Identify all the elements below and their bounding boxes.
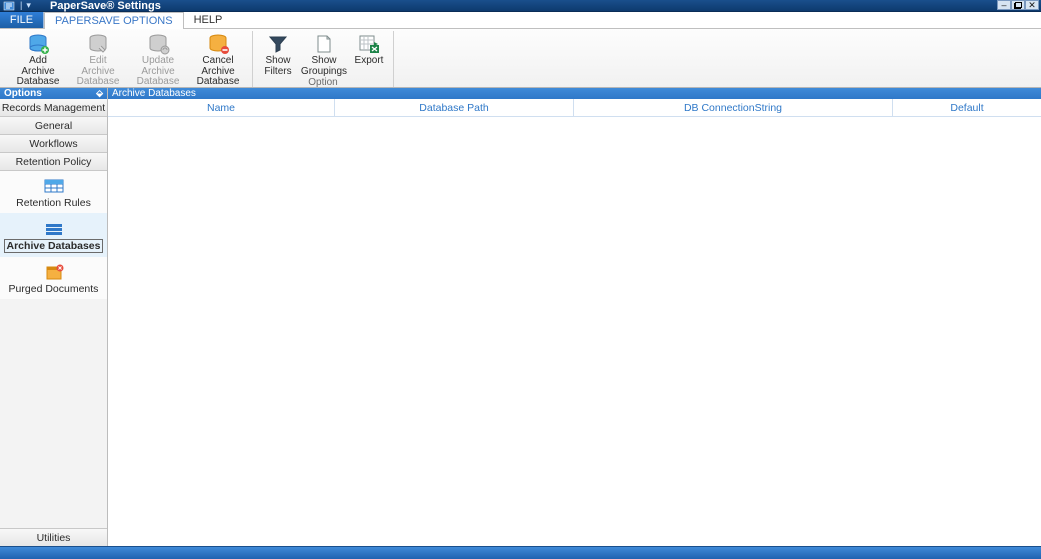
- content-panel: Archive Databases Name Database Path DB …: [108, 88, 1041, 546]
- database-cancel-icon: [204, 31, 232, 56]
- papersave-options-tab[interactable]: PAPERSAVE OPTIONS: [44, 12, 184, 29]
- sidebar-title: Options: [4, 88, 42, 99]
- sidebar-item-utilities[interactable]: Utilities: [0, 528, 107, 546]
- sidebar-nav-retention-rules[interactable]: Retention Rules: [0, 171, 107, 213]
- column-header-name[interactable]: Name: [108, 99, 335, 116]
- export-excel-icon: [355, 31, 383, 56]
- show-filters-button[interactable]: ShowFilters: [257, 31, 299, 77]
- sidebar-nav-label: Purged Documents: [9, 283, 99, 295]
- title-bar: | ▾ PaperSave® Settings – ✕: [0, 0, 1041, 12]
- sidebar-nav-purged-documents[interactable]: Purged Documents: [0, 257, 107, 299]
- help-tab[interactable]: HELP: [184, 12, 234, 28]
- database-add-icon: [24, 31, 52, 56]
- status-bar: [0, 546, 1041, 559]
- add-archive-database-button[interactable]: Add ArchiveDatabase: [8, 31, 68, 88]
- app-icon: [2, 1, 16, 11]
- document-icon: [310, 31, 338, 56]
- purged-documents-icon: [42, 263, 66, 283]
- cancel-archive-database-button[interactable]: Cancel ArchiveDatabase: [188, 31, 248, 88]
- edit-archive-database-button[interactable]: Edit ArchiveDatabase: [68, 31, 128, 88]
- qat-separator-icon: |: [20, 1, 22, 10]
- sidebar-item-retention-policy[interactable]: Retention Policy: [0, 153, 107, 171]
- funnel-icon: [264, 31, 292, 56]
- grid-header-row: Name Database Path DB ConnectionString D…: [108, 99, 1041, 117]
- sidebar-item-workflows[interactable]: Workflows: [0, 135, 107, 153]
- ribbon-group-option: ShowFilters ShowGroupings Export Option: [253, 31, 394, 87]
- database-update-icon: [144, 31, 172, 56]
- sidebar-header: Options ⬙: [0, 88, 107, 99]
- ribbon-group-archive-databases: Add ArchiveDatabase Edit ArchiveDatabase…: [4, 31, 253, 87]
- export-button[interactable]: Export: [349, 31, 389, 77]
- update-archive-database-button[interactable]: Update ArchiveDatabase: [128, 31, 188, 88]
- menu-bar: FILE PAPERSAVE OPTIONS HELP: [0, 12, 1041, 29]
- archive-databases-icon: [42, 219, 66, 239]
- column-header-connection-string[interactable]: DB ConnectionString: [574, 99, 893, 116]
- minimize-button[interactable]: –: [997, 0, 1011, 10]
- database-edit-icon: [84, 31, 112, 56]
- grid-body: [108, 117, 1041, 546]
- content-header: Archive Databases: [108, 88, 1041, 99]
- qat-dropdown-icon[interactable]: ▾: [26, 1, 31, 10]
- close-button[interactable]: ✕: [1025, 0, 1039, 10]
- quick-access-toolbar: | ▾: [16, 1, 44, 10]
- pin-icon[interactable]: ⬙: [96, 88, 103, 99]
- sidebar-item-records-management[interactable]: Records Management: [0, 99, 107, 117]
- sidebar-retention-body: Retention Rules Archive Databases Purged…: [0, 171, 107, 299]
- window-title: PaperSave® Settings: [44, 0, 161, 12]
- options-sidebar: Options ⬙ Records Management General Wor…: [0, 88, 108, 546]
- sidebar-nav-label: Archive Databases: [4, 239, 104, 253]
- show-groupings-button[interactable]: ShowGroupings: [299, 31, 349, 77]
- sidebar-item-general[interactable]: General: [0, 117, 107, 135]
- retention-rules-icon: [42, 177, 66, 197]
- ribbon-toolbar: Add ArchiveDatabase Edit ArchiveDatabase…: [0, 29, 1041, 88]
- column-header-default[interactable]: Default: [893, 99, 1041, 116]
- column-header-database-path[interactable]: Database Path: [335, 99, 574, 116]
- sidebar-nav-label: Retention Rules: [16, 197, 91, 209]
- maximize-button[interactable]: [1011, 0, 1025, 10]
- main-area: Options ⬙ Records Management General Wor…: [0, 88, 1041, 546]
- sidebar-nav-archive-databases[interactable]: Archive Databases: [0, 213, 107, 257]
- file-menu[interactable]: FILE: [0, 12, 44, 28]
